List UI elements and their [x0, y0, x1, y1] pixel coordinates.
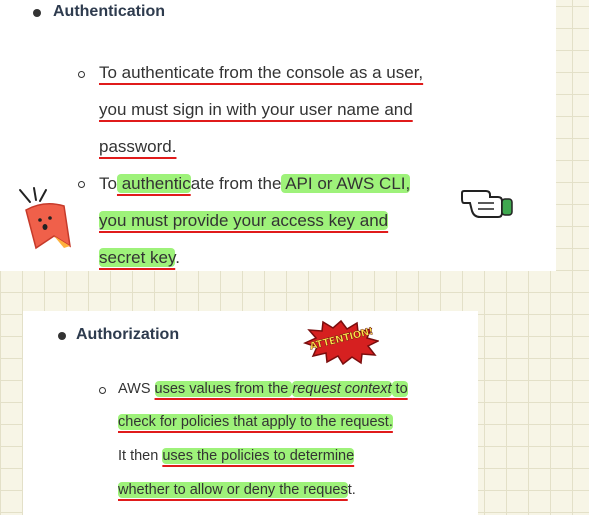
auth-point2-line1: To authenticate from the API or AWS CLI,	[99, 174, 411, 194]
highlight-uses-policies: uses the policies to determine	[162, 448, 355, 464]
text-fragment: t.	[347, 482, 356, 498]
authz-line4: whether to allow or deny the request.	[118, 482, 356, 498]
highlight-access-key: you must provide your access key and	[99, 211, 389, 230]
auth-point1-line3: password.	[99, 137, 177, 156]
pointing-hand-icon	[461, 190, 513, 218]
bullet-circle	[78, 181, 85, 188]
bullet-circle	[78, 71, 85, 78]
text-fragment: AWS	[118, 381, 155, 397]
authz-line3: It then uses the policies to determine	[118, 448, 355, 464]
highlight-check-policies: check for policies that apply to the req…	[118, 414, 393, 430]
highlight-secret-key: secret key	[99, 248, 176, 267]
attention-sticker: ATTENTION!	[302, 319, 381, 370]
bullet-circle	[99, 387, 106, 394]
bullet-dot	[58, 332, 66, 340]
highlight-to: to	[391, 381, 408, 397]
text-fragment: It then	[118, 448, 163, 464]
highlight-request-context: request context	[292, 381, 392, 397]
authentication-heading: Authentication	[53, 3, 165, 20]
bullet-dot	[33, 9, 41, 17]
text-fragment: ate from the	[190, 174, 282, 193]
authorization-heading: Authorization	[76, 326, 180, 343]
highlight-authentic: authentic	[116, 174, 191, 193]
auth-point1-line1: To authenticate from the console as a us…	[99, 63, 424, 82]
bookmark-icon	[25, 203, 71, 250]
surprise-lines-icon	[19, 187, 47, 203]
auth-point2-line3: secret key.	[99, 248, 180, 268]
highlight-api-cli: API or AWS CLI,	[281, 174, 411, 193]
text-fragment: .	[175, 248, 180, 267]
surprised-bookmark-sticker	[19, 187, 71, 250]
authorization-section: Authorization AWS uses values from the r…	[23, 311, 478, 515]
highlight-uses-values: uses values from the	[154, 381, 293, 397]
auth-point2-line2: you must provide your access key and	[99, 211, 389, 231]
highlight-allow-deny: whether to allow or deny the reques	[118, 482, 348, 498]
text-fragment: To	[99, 174, 117, 193]
authz-line1: AWS uses values from the request context…	[118, 381, 408, 397]
authz-line2: check for policies that apply to the req…	[118, 414, 393, 430]
auth-point1-line2: you must sign in with your user name and	[99, 100, 413, 119]
authentication-section: Authentication To authenticate from the …	[0, 0, 556, 271]
